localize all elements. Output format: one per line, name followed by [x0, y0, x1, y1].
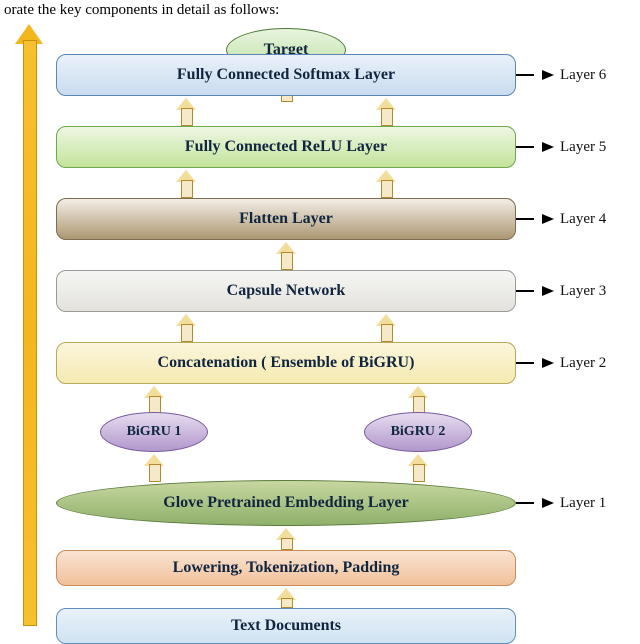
box-preprocessing-label: Lowering, Tokenization, Padding [173, 559, 400, 577]
arrow-bigru1-to-concat [144, 386, 164, 412]
arrow-concat-to-capsule-r [376, 314, 396, 340]
arrow-embed-to-bigru2 [408, 454, 428, 480]
arrow-capsule-to-flatten [276, 242, 296, 268]
box-relu-layer: Fully Connected ReLU Layer [56, 126, 516, 168]
side-line-icon [516, 290, 534, 292]
row-layer-4: Flatten Layer Layer 4 [56, 198, 636, 240]
side-arrow-icon [542, 142, 554, 152]
layer-6-label: Layer 6 [560, 67, 606, 84]
side-arrow-icon [542, 286, 554, 296]
arrow-relu-to-softmax-r [376, 98, 396, 124]
arrow-concat-to-capsule-l [176, 314, 196, 340]
layer-stack: Target Fully Connected Softmax Layer Lay… [56, 20, 636, 630]
layer-1-label: Layer 1 [560, 495, 606, 512]
box-embedding-layer: Glove Pretrained Embedding Layer [56, 480, 516, 526]
box-capsule-label: Capsule Network [227, 282, 346, 300]
side-line-icon [516, 146, 534, 148]
side-arrow-icon [542, 214, 554, 224]
box-flatten-layer: Flatten Layer [56, 198, 516, 240]
layer-2-label: Layer 2 [560, 355, 606, 372]
arrow-bigru2-to-concat [408, 386, 428, 412]
box-concat-label: Concatenation ( Ensemble of BiGRU) [158, 354, 415, 372]
box-input: Text Documents [56, 608, 516, 644]
side-line-icon [516, 74, 534, 76]
diagram-canvas: Target Fully Connected Softmax Layer Lay… [0, 0, 640, 632]
side-arrow-icon [542, 70, 554, 80]
arrow-relu-to-softmax-l [176, 98, 196, 124]
row-layer-3: Capsule Network Layer 3 [56, 270, 636, 312]
row-layer-5: Fully Connected ReLU Layer Layer 5 [56, 126, 636, 168]
layer-4-label: Layer 4 [560, 211, 606, 228]
box-input-label: Text Documents [231, 617, 341, 635]
flow-arrow [18, 24, 40, 624]
row-layer-6: Fully Connected Softmax Layer Layer 6 [56, 54, 636, 96]
box-embedding-label: Glove Pretrained Embedding Layer [163, 494, 408, 512]
bigru-2-node: BiGRU 2 [364, 412, 472, 452]
row-layer-2: Concatenation ( Ensemble of BiGRU) Layer… [56, 342, 636, 384]
arrow-embed-to-bigru1 [144, 454, 164, 480]
layer-5-label: Layer 5 [560, 139, 606, 156]
arrow-flatten-to-relu-l [176, 170, 196, 196]
box-softmax-label: Fully Connected Softmax Layer [177, 66, 395, 84]
box-preprocessing: Lowering, Tokenization, Padding [56, 550, 516, 586]
side-arrow-icon [542, 358, 554, 368]
arrow-preproc-to-embed [276, 528, 296, 548]
side-line-icon [516, 362, 534, 364]
bigru-1-node: BiGRU 1 [100, 412, 208, 452]
bigru-2-label: BiGRU 2 [391, 424, 446, 440]
row-layer-1: Glove Pretrained Embedding Layer Layer 1 [56, 480, 636, 526]
bigru-1-label: BiGRU 1 [127, 424, 182, 440]
flow-arrow-shaft-icon [23, 40, 37, 626]
side-arrow-icon [542, 498, 554, 508]
box-flatten-label: Flatten Layer [239, 210, 333, 228]
side-line-icon [516, 218, 534, 220]
side-line-icon [516, 502, 534, 504]
box-concat-layer: Concatenation ( Ensemble of BiGRU) [56, 342, 516, 384]
arrow-input-to-preproc [276, 588, 296, 606]
box-softmax-layer: Fully Connected Softmax Layer [56, 54, 516, 96]
layer-3-label: Layer 3 [560, 283, 606, 300]
box-capsule-layer: Capsule Network [56, 270, 516, 312]
box-relu-label: Fully Connected ReLU Layer [185, 138, 387, 156]
arrow-flatten-to-relu-r [376, 170, 396, 196]
